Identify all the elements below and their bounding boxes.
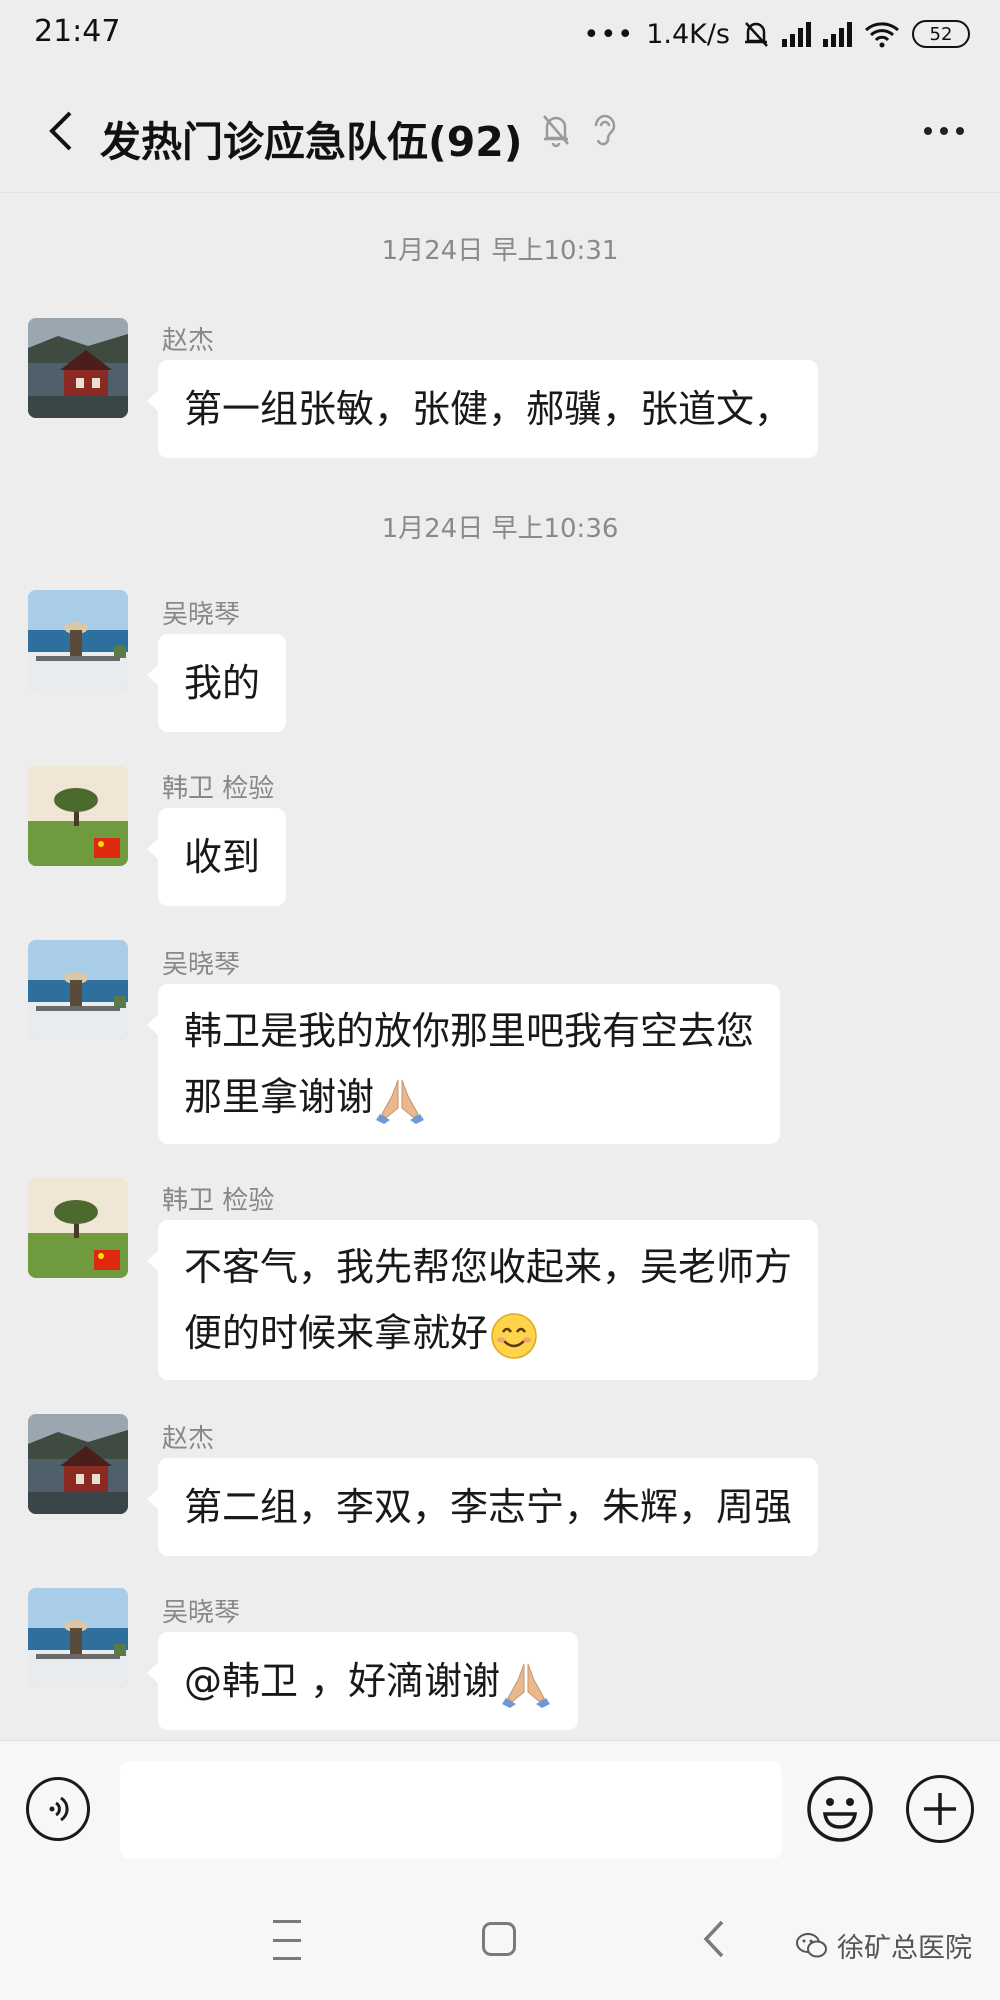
ear-icon — [594, 114, 616, 146]
timestamp: 1月24日 早上10:31 — [381, 236, 619, 266]
message-bubble[interactable]: 第一组张敏，张健，郝骥，张道文， — [146, 360, 819, 458]
signal-dots-icon: ••• — [583, 18, 635, 50]
sender-name: 赵杰 — [162, 1424, 215, 1454]
seaside-photo-icon — [28, 590, 128, 690]
sender-name: 韩卫 检验 — [162, 1186, 275, 1216]
watermark: 徐矿总医院 — [795, 1926, 972, 1965]
back-button[interactable] — [26, 96, 96, 166]
house-photo-icon — [28, 318, 128, 418]
smiley-face-icon — [807, 1776, 873, 1842]
system-back-button[interactable] — [694, 1916, 734, 1962]
mute-notifications-icon — [543, 115, 569, 148]
menu-line-icon — [273, 1957, 301, 1960]
sender-name: 吴晓琴 — [162, 1598, 241, 1628]
chevron-left-icon — [49, 111, 72, 151]
folded-hands-emoji-icon — [376, 1079, 425, 1124]
more-dot-icon — [924, 127, 932, 135]
watermark-text: 徐矿总医院 — [837, 1933, 972, 1964]
message-text-line: 韩卫是我的放你那里吧我有空去您 — [184, 1009, 755, 1053]
wechat-logo-icon — [796, 1932, 827, 1957]
avatar-wuxiaoqin[interactable] — [28, 940, 128, 1040]
status-icons: ••• 1.4K/s 52 — [583, 14, 970, 54]
avatar-hanwei[interactable] — [28, 766, 128, 866]
message-text: 第一组张敏，张健，郝骥，张道文， — [184, 387, 793, 431]
more-dot-icon — [956, 127, 964, 135]
menu-line-icon — [273, 1920, 301, 1923]
avatar-wuxiaoqin[interactable] — [28, 590, 128, 690]
message-bubble[interactable]: @韩卫 ，好滴谢谢 — [146, 1632, 579, 1730]
seaside-photo-icon — [28, 940, 128, 1040]
message-bubble[interactable]: 不客气，我先帮您收起来，吴老师方 便的时候来拿就好 — [146, 1220, 819, 1380]
bell-muted-icon — [745, 22, 768, 47]
tree-photo-icon — [28, 766, 128, 866]
house-photo-icon — [28, 1414, 128, 1514]
more-options-button[interactable] — [914, 106, 974, 156]
timestamp: 1月24日 早上10:36 — [381, 514, 619, 544]
plus-icon — [924, 1793, 956, 1825]
recent-apps-button[interactable] — [262, 1920, 312, 1960]
avatar-zhaojie[interactable] — [28, 318, 128, 418]
tree-photo-icon — [28, 1178, 128, 1278]
smiling-face-emoji-icon — [491, 1312, 537, 1359]
more-functions-button[interactable] — [906, 1775, 974, 1843]
system-navigation-bar: 徐矿总医院 — [0, 1878, 1000, 2000]
seaside-photo-icon — [28, 1588, 128, 1688]
message-bubble[interactable]: 我的 — [146, 634, 287, 732]
message-text-line: 那里拿谢谢 — [184, 1075, 375, 1119]
message-text: @韩卫 ，好滴谢谢 — [184, 1659, 501, 1703]
message-text: 我的 — [184, 661, 261, 705]
menu-line-icon — [273, 1938, 301, 1942]
title-status-icons — [540, 112, 618, 148]
cell-signal-icon — [782, 21, 811, 47]
message-text-line: 便的时候来拿就好 — [184, 1311, 489, 1355]
chat-title[interactable]: 发热门诊应急队伍(92) — [100, 108, 523, 168]
wifi-icon — [865, 22, 899, 48]
sender-name: 赵杰 — [162, 326, 215, 356]
avatar-hanwei[interactable] — [28, 1178, 128, 1278]
network-speed: 1.4K/s — [646, 18, 730, 50]
message-bubble[interactable]: 收到 — [146, 808, 287, 906]
cell-signal-2-icon — [823, 21, 852, 47]
home-button[interactable] — [482, 1922, 516, 1956]
folded-hands-emoji-icon — [502, 1663, 551, 1708]
message-text-line: 不客气，我先帮您收起来，吴老师方 — [184, 1245, 793, 1289]
voice-input-button[interactable] — [26, 1777, 90, 1841]
avatar-zhaojie[interactable] — [28, 1414, 128, 1514]
message-input-bar — [0, 1740, 1000, 1879]
avatar-wuxiaoqin[interactable] — [28, 1588, 128, 1688]
sender-name: 吴晓琴 — [162, 600, 241, 630]
chat-header: 发热门诊应急队伍(92) — [0, 72, 1000, 193]
sender-name: 韩卫 检验 — [162, 774, 275, 804]
message-input[interactable] — [120, 1761, 782, 1859]
voice-icon — [49, 1796, 69, 1822]
status-time: 21:47 — [34, 14, 121, 49]
more-dot-icon — [940, 127, 948, 135]
message-bubble[interactable]: 第二组，李双，李志宁，朱辉，周强 — [146, 1458, 819, 1556]
message-text-line-wrap: 便的时候来拿就好 — [184, 1300, 792, 1366]
sender-name: 吴晓琴 — [162, 950, 241, 980]
message-text-line-wrap: 那里拿谢谢 — [184, 1064, 754, 1130]
message-text: 第二组，李双，李志宁，朱辉，周强 — [184, 1485, 793, 1529]
battery-icon: 52 — [912, 20, 970, 48]
message-bubble[interactable]: 韩卫是我的放你那里吧我有空去您 那里拿谢谢 — [146, 984, 781, 1144]
emoji-button[interactable] — [806, 1775, 874, 1843]
message-text: 收到 — [184, 835, 261, 879]
status-bar: 21:47 ••• 1.4K/s 52 — [0, 0, 1000, 72]
